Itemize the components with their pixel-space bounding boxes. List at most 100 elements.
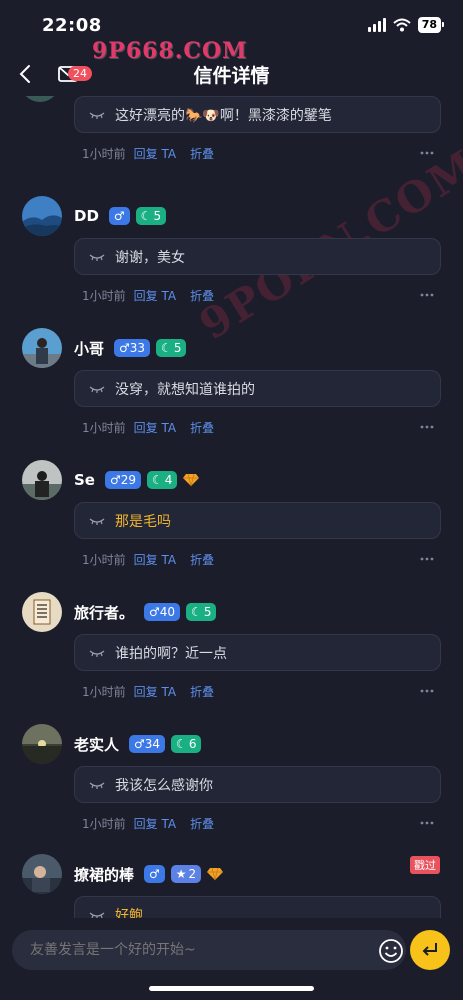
reply-text: 这好漂亮的🐎🐶啊！黑漆漆的鐾笔: [115, 107, 332, 124]
fold-button[interactable]: 折叠: [190, 145, 214, 162]
comment-meta: 1小时前 回复 TA 折叠: [82, 550, 437, 568]
comment-time: 1小时前: [82, 146, 126, 161]
home-indicator: [149, 986, 314, 991]
reply-bubble[interactable]: 我该怎么感谢你: [74, 766, 441, 803]
reply-bubble[interactable]: 谢谢，美女: [74, 238, 441, 275]
level-badge: ☾ 5: [135, 207, 167, 225]
fold-button[interactable]: 折叠: [190, 287, 214, 304]
wifi-icon: [393, 18, 411, 32]
username[interactable]: 老实人: [74, 734, 119, 755]
username[interactable]: 撩裙的棒: [74, 864, 134, 885]
reply-text: 谢谢，美女: [115, 249, 185, 266]
more-options-icon[interactable]: [419, 146, 435, 160]
level-badge: ☾ 5: [186, 603, 217, 621]
gender-badge: ♂29: [104, 471, 142, 489]
level-badge: ☾ 4: [147, 471, 178, 489]
avatar[interactable]: [22, 724, 62, 764]
avatar[interactable]: [22, 328, 62, 368]
user-info: 小哥 ♂33 ☾ 5: [74, 338, 187, 359]
status-icons: 78: [367, 17, 445, 33]
nav-bar: 24 信件详情: [0, 52, 463, 96]
reply-text: 谁拍的啊？近一点: [115, 645, 227, 662]
user-info: 老实人 ♂34 ☾ 6: [74, 734, 202, 755]
closed-eye-icon: [89, 254, 105, 261]
comment-input[interactable]: [12, 930, 406, 970]
closed-eye-icon: [89, 386, 105, 393]
poke-tag: 戳过: [410, 856, 440, 874]
diamond-icon: [207, 867, 224, 881]
emoji-icon[interactable]: [378, 938, 404, 964]
level-value: 5: [173, 341, 182, 355]
gender-badge: ♂40: [144, 603, 181, 621]
status-time: 22:08: [42, 14, 102, 36]
gender-badge: ♂34: [129, 735, 166, 753]
comment-time: 1小时前: [82, 684, 126, 699]
level-value: 5: [203, 605, 212, 619]
diamond-icon: [183, 473, 200, 487]
level-badge: ☾ 5: [156, 339, 187, 357]
user-info: 旅行者。 ♂40 ☾ 5: [74, 602, 217, 623]
closed-eye-icon: [89, 112, 105, 119]
comment-time: 1小时前: [82, 420, 126, 435]
reply-button[interactable]: 回复 TA: [134, 683, 176, 700]
star-level-badge: ★ 2: [170, 865, 202, 883]
comment-feed[interactable]: 这好漂亮的🐎🐶啊！黑漆漆的鐾笔 1小时前 回复 TA 折叠 DD ♂ ☾ 5 谢…: [0, 96, 463, 918]
reply-text: 那是毛吗: [115, 513, 171, 530]
user-info: Se ♂29 ☾ 4: [74, 470, 200, 490]
fold-button[interactable]: 折叠: [190, 419, 214, 436]
gender-badge: ♂: [144, 865, 165, 883]
comment-time: 1小时前: [82, 816, 126, 831]
reply-button[interactable]: 回复 TA: [134, 287, 176, 304]
fold-button[interactable]: 折叠: [190, 683, 214, 700]
closed-eye-icon: [89, 912, 105, 918]
comment-meta: 1小时前 回复 TA 折叠: [82, 144, 437, 162]
more-options-icon[interactable]: [419, 288, 435, 302]
user-info: 撩裙的棒 ♂ ★ 2: [74, 864, 224, 885]
closed-eye-icon: [89, 650, 105, 657]
more-options-icon[interactable]: [419, 552, 435, 566]
user-info: DD ♂ ☾ 5: [74, 206, 167, 226]
reply-text: 我该怎么感谢你: [115, 777, 213, 794]
enter-icon: [422, 943, 437, 956]
fold-button[interactable]: 折叠: [190, 815, 214, 832]
avatar[interactable]: [22, 196, 62, 236]
avatar[interactable]: [22, 854, 62, 894]
avatar[interactable]: [22, 460, 62, 500]
username[interactable]: DD: [74, 207, 99, 225]
level-value: 4: [164, 473, 173, 487]
reply-text: 没穿，就想知道谁拍的: [115, 381, 255, 398]
reply-button[interactable]: 回复 TA: [134, 815, 176, 832]
gender-badge: ♂33: [114, 339, 151, 357]
reply-text: 好鲍: [115, 907, 143, 919]
avatar[interactable]: [22, 592, 62, 632]
back-arrow-icon[interactable]: [14, 62, 38, 86]
reply-button[interactable]: 回复 TA: [134, 419, 176, 436]
reply-bubble[interactable]: 谁拍的啊？近一点: [74, 634, 441, 671]
reply-bubble[interactable]: 这好漂亮的🐎🐶啊！黑漆漆的鐾笔: [74, 96, 441, 133]
page-title: 信件详情: [193, 64, 270, 87]
level-value: 2: [188, 867, 197, 881]
closed-eye-icon: [89, 782, 105, 789]
battery-indicator: 78: [417, 17, 445, 33]
comment-meta: 1小时前 回复 TA 折叠: [82, 814, 437, 832]
more-options-icon[interactable]: [419, 684, 435, 698]
more-options-icon[interactable]: [419, 420, 435, 434]
reply-button[interactable]: 回复 TA: [134, 145, 176, 162]
cellular-signal-icon: [367, 18, 386, 32]
username[interactable]: 旅行者。: [74, 602, 134, 623]
reply-bubble[interactable]: 没穿，就想知道谁拍的: [74, 370, 441, 407]
avatar[interactable]: [20, 96, 60, 102]
comment-meta: 1小时前 回复 TA 折叠: [82, 286, 437, 304]
comment-time: 1小时前: [82, 288, 126, 303]
reply-bubble[interactable]: 好鲍: [74, 896, 441, 918]
send-button[interactable]: [410, 930, 450, 970]
reply-bubble[interactable]: 那是毛吗: [74, 502, 441, 539]
comment-meta: 1小时前 回复 TA 折叠: [82, 682, 437, 700]
fold-button[interactable]: 折叠: [190, 551, 214, 568]
comment-meta: 1小时前 回复 TA 折叠: [82, 418, 437, 436]
username[interactable]: Se: [74, 471, 95, 489]
more-options-icon[interactable]: [419, 816, 435, 830]
reply-button[interactable]: 回复 TA: [134, 551, 176, 568]
mail-count-badge: 24: [68, 66, 92, 81]
username[interactable]: 小哥: [74, 338, 104, 359]
